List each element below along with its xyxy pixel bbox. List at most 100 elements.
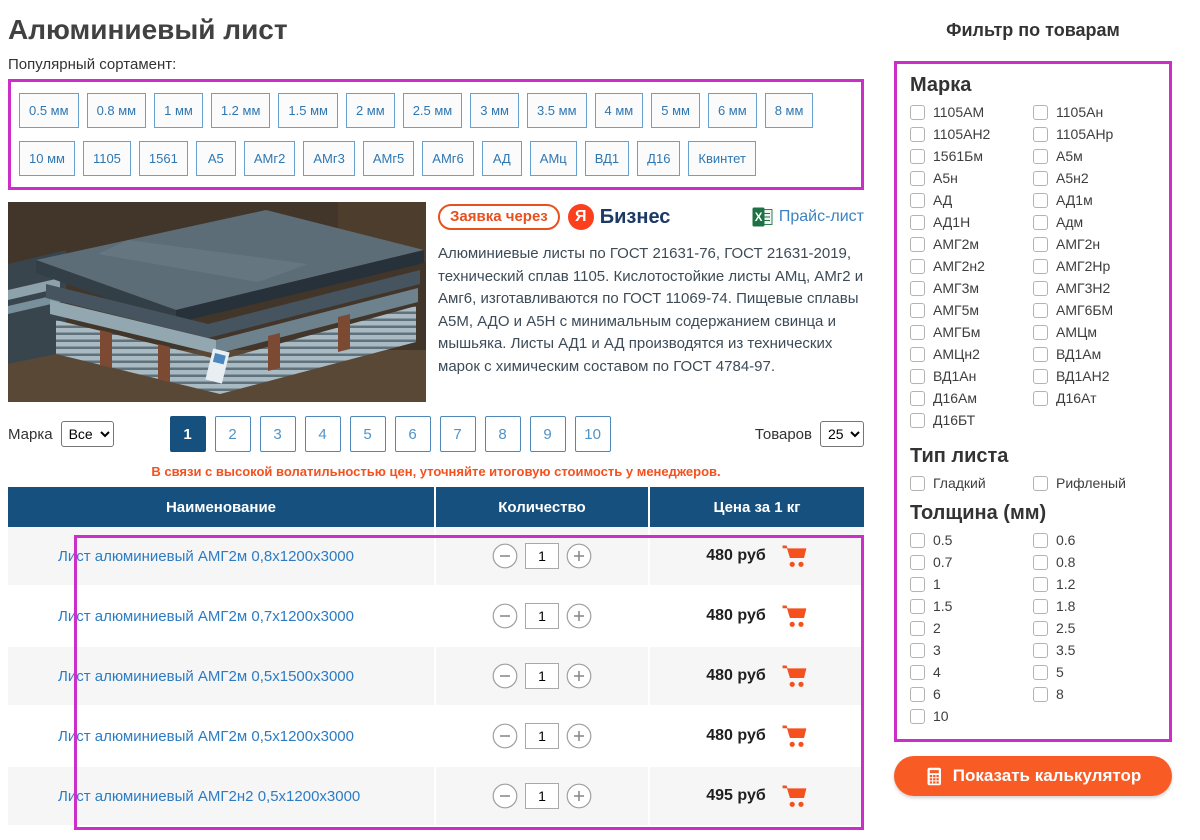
page-button[interactable]: 1 xyxy=(170,416,206,452)
marka-checkbox-option[interactable]: А5м xyxy=(1033,145,1156,167)
qty-input[interactable] xyxy=(525,543,559,569)
add-to-cart-button[interactable] xyxy=(781,724,808,748)
show-calculator-button[interactable]: Показать калькулятор xyxy=(894,756,1172,796)
sortament-button[interactable]: Квинтет xyxy=(688,141,755,176)
checkbox[interactable] xyxy=(1033,687,1048,702)
add-to-cart-button[interactable] xyxy=(781,664,808,688)
page-button[interactable]: 6 xyxy=(395,416,431,452)
marka-checkbox-option[interactable]: 1561Бм xyxy=(910,145,1033,167)
add-to-cart-button[interactable] xyxy=(781,544,808,568)
marka-checkbox-option[interactable]: АМГ5м xyxy=(910,299,1033,321)
thickness-checkbox-option[interactable]: 0.6 xyxy=(1033,529,1156,551)
marka-checkbox-option[interactable]: 1105АН2 xyxy=(910,123,1033,145)
checkbox[interactable] xyxy=(910,325,925,340)
checkbox[interactable] xyxy=(910,555,925,570)
checkbox[interactable] xyxy=(1033,237,1048,252)
checkbox[interactable] xyxy=(910,215,925,230)
checkbox[interactable] xyxy=(910,687,925,702)
qty-decrease-button[interactable] xyxy=(492,543,518,569)
qty-input[interactable] xyxy=(525,663,559,689)
qty-increase-button[interactable] xyxy=(566,663,592,689)
checkbox[interactable] xyxy=(1033,347,1048,362)
checkbox[interactable] xyxy=(910,533,925,548)
thickness-checkbox-option[interactable]: 6 xyxy=(910,683,1033,705)
checkbox[interactable] xyxy=(1033,259,1048,274)
marka-checkbox-option[interactable]: АМГ2н xyxy=(1033,233,1156,255)
qty-increase-button[interactable] xyxy=(566,603,592,629)
marka-checkbox-option[interactable]: 1105Ан xyxy=(1033,101,1156,123)
sortament-button[interactable]: АМг6 xyxy=(422,141,473,176)
thickness-checkbox-option[interactable]: 0.8 xyxy=(1033,551,1156,573)
thickness-checkbox-option[interactable]: 3 xyxy=(910,639,1033,661)
sortament-button[interactable]: А5 xyxy=(196,141,236,176)
checkbox[interactable] xyxy=(910,709,925,724)
checkbox[interactable] xyxy=(910,599,925,614)
sortament-button[interactable]: 3 мм xyxy=(470,93,519,128)
checkbox[interactable] xyxy=(910,369,925,384)
product-link[interactable]: Лист алюминиевый АМГ2н2 0,5х1200х3000 xyxy=(58,788,360,805)
marka-checkbox-option[interactable]: ВД1АН2 xyxy=(1033,365,1156,387)
checkbox[interactable] xyxy=(1033,577,1048,592)
checkbox[interactable] xyxy=(1033,215,1048,230)
checkbox[interactable] xyxy=(910,237,925,252)
sheet-type-checkbox-option[interactable]: Рифленый xyxy=(1033,472,1156,494)
marka-checkbox-option[interactable]: 1105АМ xyxy=(910,101,1033,123)
checkbox[interactable] xyxy=(1033,127,1048,142)
sortament-button[interactable]: 1.5 мм xyxy=(278,93,338,128)
thickness-checkbox-option[interactable]: 2 xyxy=(910,617,1033,639)
marka-checkbox-option[interactable]: АД xyxy=(910,189,1033,211)
page-button[interactable]: 9 xyxy=(530,416,566,452)
sortament-button[interactable]: 4 мм xyxy=(595,93,644,128)
page-button[interactable]: 7 xyxy=(440,416,476,452)
sheet-type-checkbox-option[interactable]: Гладкий xyxy=(910,472,1033,494)
checkbox[interactable] xyxy=(910,127,925,142)
marka-checkbox-option[interactable]: АМГ6БМ xyxy=(1033,299,1156,321)
page-button[interactable]: 3 xyxy=(260,416,296,452)
marka-checkbox-option[interactable]: АМГ2Нр xyxy=(1033,255,1156,277)
qty-input[interactable] xyxy=(525,603,559,629)
checkbox[interactable] xyxy=(1033,281,1048,296)
sortament-button[interactable]: АД xyxy=(482,141,522,176)
marka-checkbox-option[interactable]: АМГ3Н2 xyxy=(1033,277,1156,299)
sortament-button[interactable]: 1 мм xyxy=(154,93,203,128)
checkbox[interactable] xyxy=(910,105,925,120)
checkbox[interactable] xyxy=(910,193,925,208)
product-link[interactable]: Лист алюминиевый АМГ2м 0,5х1500х3000 xyxy=(58,668,354,685)
marka-checkbox-option[interactable]: Д16Ам xyxy=(910,387,1033,409)
checkbox[interactable] xyxy=(1033,303,1048,318)
checkbox[interactable] xyxy=(910,391,925,406)
marka-checkbox-option[interactable]: 1105АНр xyxy=(1033,123,1156,145)
checkbox[interactable] xyxy=(910,303,925,318)
checkbox[interactable] xyxy=(910,347,925,362)
sortament-button[interactable]: 0.8 мм xyxy=(87,93,147,128)
marka-checkbox-option[interactable]: АМГБм xyxy=(910,321,1033,343)
sortament-button[interactable]: ВД1 xyxy=(585,141,629,176)
thickness-checkbox-option[interactable]: 3.5 xyxy=(1033,639,1156,661)
sortament-button[interactable]: 1.2 мм xyxy=(211,93,271,128)
page-button[interactable]: 4 xyxy=(305,416,341,452)
page-button[interactable]: 2 xyxy=(215,416,251,452)
thickness-checkbox-option[interactable]: 1.8 xyxy=(1033,595,1156,617)
checkbox[interactable] xyxy=(910,643,925,658)
qty-decrease-button[interactable] xyxy=(492,663,518,689)
marka-checkbox-option[interactable]: А5н xyxy=(910,167,1033,189)
marka-checkbox-option[interactable]: АД1м xyxy=(1033,189,1156,211)
checkbox[interactable] xyxy=(1033,369,1048,384)
checkbox[interactable] xyxy=(1033,476,1048,491)
sortament-button[interactable]: АМг2 xyxy=(244,141,295,176)
sortament-button[interactable]: 3.5 мм xyxy=(527,93,587,128)
sortament-button[interactable]: Д16 xyxy=(637,141,680,176)
marka-checkbox-option[interactable]: АМЦм xyxy=(1033,321,1156,343)
checkbox[interactable] xyxy=(1033,325,1048,340)
sortament-button[interactable]: АМг3 xyxy=(303,141,354,176)
product-link[interactable]: Лист алюминиевый АМГ2м 0,8х1200х3000 xyxy=(58,548,354,565)
checkbox[interactable] xyxy=(1033,149,1048,164)
sortament-button[interactable]: 8 мм xyxy=(765,93,814,128)
page-button[interactable]: 8 xyxy=(485,416,521,452)
checkbox[interactable] xyxy=(1033,643,1048,658)
marka-select[interactable]: Все xyxy=(61,421,114,447)
marka-checkbox-option[interactable]: А5н2 xyxy=(1033,167,1156,189)
checkbox[interactable] xyxy=(1033,555,1048,570)
checkbox[interactable] xyxy=(910,665,925,680)
marka-checkbox-option[interactable]: ВД1Ан xyxy=(910,365,1033,387)
